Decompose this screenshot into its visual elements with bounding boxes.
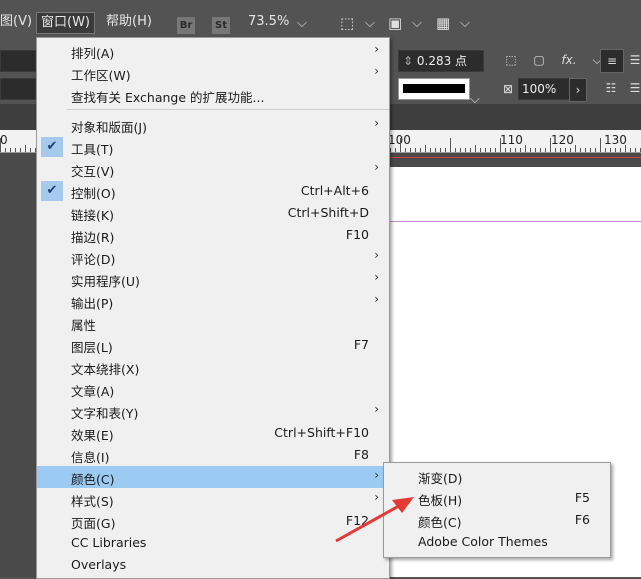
arrow-head [392,497,414,513]
arrow-shaft [335,500,407,543]
annotation-arrow [335,497,414,543]
